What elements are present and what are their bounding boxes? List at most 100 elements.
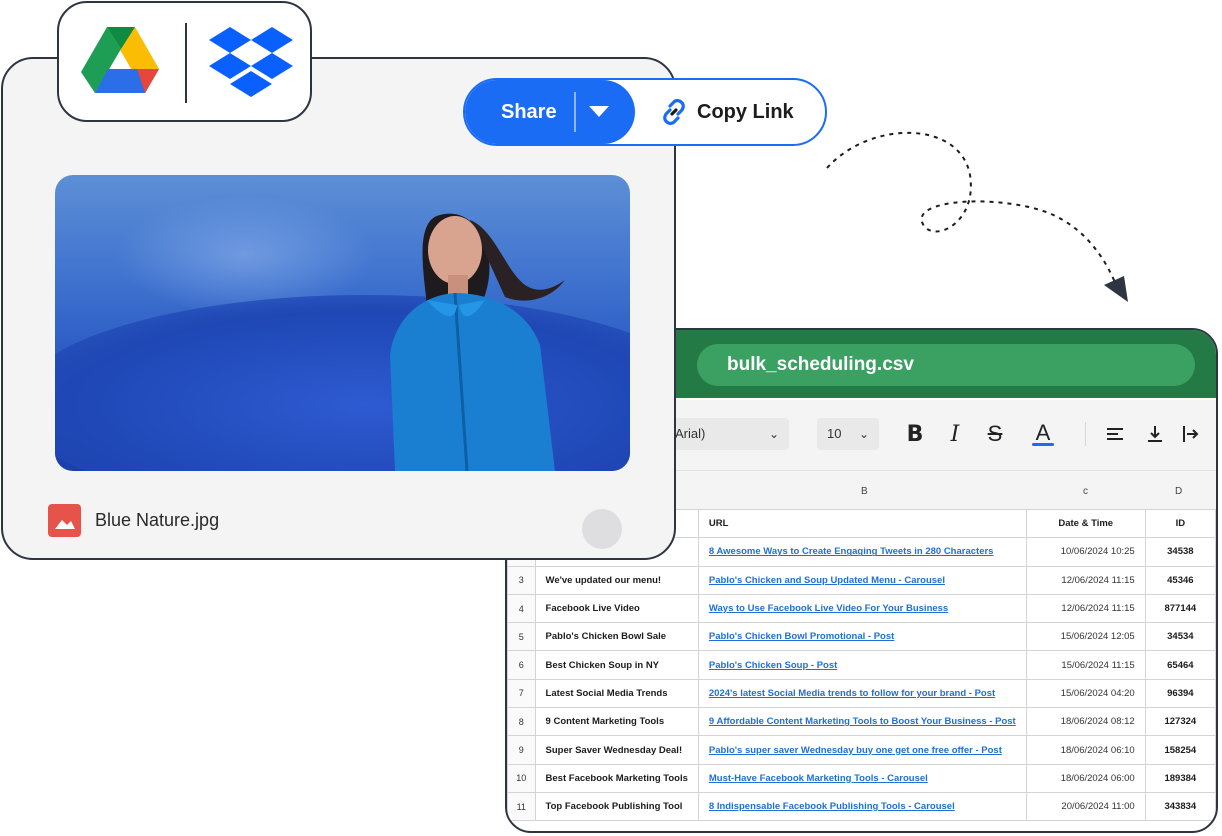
file-name[interactable]: Blue Nature.jpg bbox=[95, 510, 219, 531]
title-cell[interactable]: Best Facebook Marketing Tools bbox=[534, 763, 699, 793]
id-cell[interactable]: 45346 bbox=[1144, 565, 1216, 595]
id-cell[interactable]: 877144 bbox=[1144, 593, 1216, 624]
row-number: 11 bbox=[507, 791, 536, 822]
date-cell[interactable]: 10/06/2024 10:25 bbox=[1025, 537, 1146, 567]
url-cell[interactable]: Pablo's super saver Wednesday buy one ge… bbox=[697, 735, 1027, 765]
url-cell[interactable]: Ways to Use Facebook Live Video For Your… bbox=[697, 593, 1027, 624]
id-cell[interactable]: 34538 bbox=[1144, 537, 1216, 567]
date-cell[interactable]: 20/06/2024 11:00 bbox=[1025, 791, 1146, 822]
url-cell[interactable]: Pablo's Chicken Soup - Post bbox=[697, 650, 1027, 680]
date-cell[interactable]: 12/06/2024 11:15 bbox=[1025, 593, 1146, 624]
title-cell[interactable]: Top Facebook Publishing Tool bbox=[534, 791, 699, 822]
id-cell[interactable]: 343834 bbox=[1144, 791, 1216, 822]
id-cell[interactable]: 65464 bbox=[1144, 650, 1216, 680]
id-cell[interactable]: 189384 bbox=[1144, 763, 1216, 793]
copy-link-label: Copy Link bbox=[697, 100, 794, 123]
text-wrap-icon[interactable] bbox=[1177, 420, 1205, 448]
table-row: 8 9 Content Marketing Tools 9 Affordable… bbox=[507, 707, 1216, 737]
url-link[interactable]: 8 Awesome Ways to Create Engaging Tweets… bbox=[709, 546, 994, 557]
url-column-header[interactable]: URL bbox=[697, 508, 1027, 539]
url-cell[interactable]: Must-Have Facebook Marketing Tools - Car… bbox=[697, 763, 1027, 793]
url-cell[interactable]: Pablo's Chicken and Soup Updated Menu - … bbox=[697, 565, 1027, 595]
title-cell[interactable]: 9 Content Marketing Tools bbox=[534, 707, 699, 737]
row-number: 7 bbox=[507, 678, 536, 709]
row-number: 3 bbox=[507, 565, 536, 595]
image-file-icon bbox=[48, 503, 81, 537]
chevron-down-icon: ⌄ bbox=[768, 427, 779, 441]
url-link[interactable]: Pablo's Chicken Soup - Post bbox=[709, 660, 837, 671]
font-family-select[interactable]: Arial) ⌄ bbox=[657, 418, 789, 450]
url-cell[interactable]: 8 Awesome Ways to Create Engaging Tweets… bbox=[697, 537, 1027, 567]
title-cell[interactable]: We've updated our menu! bbox=[534, 565, 699, 595]
vertical-align-bottom-icon[interactable] bbox=[1141, 420, 1169, 448]
row-number: 9 bbox=[507, 735, 536, 765]
row-number: 4 bbox=[507, 593, 536, 624]
table-row: 11 Top Facebook Publishing Tool 8 Indisp… bbox=[507, 791, 1216, 822]
url-link[interactable]: Must-Have Facebook Marketing Tools - Car… bbox=[709, 773, 928, 784]
caret-down-icon[interactable] bbox=[589, 106, 609, 117]
date-column-header[interactable]: Date & Time bbox=[1025, 508, 1146, 539]
title-cell[interactable]: Latest Social Media Trends bbox=[534, 678, 699, 709]
date-cell[interactable]: 18/06/2024 06:10 bbox=[1025, 735, 1146, 765]
cloud-storage-logos bbox=[57, 1, 312, 122]
url-link[interactable]: 8 Indispensable Facebook Publishing Tool… bbox=[709, 801, 955, 812]
google-drive-icon[interactable] bbox=[81, 25, 161, 95]
title-cell[interactable]: Best Chicken Soup in NY bbox=[534, 650, 699, 680]
person-figure bbox=[390, 213, 565, 471]
table-row: 9 Super Saver Wednesday Deal! Pablo's su… bbox=[507, 735, 1216, 765]
url-link[interactable]: Ways to Use Facebook Live Video For Your… bbox=[709, 603, 948, 614]
align-left-icon[interactable] bbox=[1101, 420, 1129, 448]
title-cell[interactable]: Pablo's Chicken Bowl Sale bbox=[534, 622, 699, 652]
share-divider bbox=[574, 92, 576, 132]
url-link[interactable]: Pablo's Chicken and Soup Updated Menu - … bbox=[709, 575, 945, 586]
id-cell[interactable]: 34534 bbox=[1144, 622, 1216, 652]
table-row: 5 Pablo's Chicken Bowl Sale Pablo's Chic… bbox=[507, 622, 1216, 652]
share-control: Share Copy Link bbox=[463, 78, 827, 146]
column-letter-d[interactable]: D bbox=[1175, 486, 1182, 497]
chevron-down-icon: ⌄ bbox=[858, 427, 869, 441]
photo-preview[interactable] bbox=[55, 175, 630, 471]
title-cell[interactable]: Facebook Live Video bbox=[534, 593, 699, 624]
copy-link-button[interactable]: Copy Link bbox=[659, 80, 794, 144]
italic-icon[interactable]: I bbox=[941, 420, 969, 448]
url-link[interactable]: 2024's latest Social Media trends to fol… bbox=[709, 688, 995, 699]
id-column-header[interactable]: ID bbox=[1144, 508, 1216, 539]
table-row: 7 Latest Social Media Trends 2024's late… bbox=[507, 678, 1216, 709]
url-cell[interactable]: 9 Affordable Content Marketing Tools to … bbox=[697, 707, 1027, 737]
sheet-filename[interactable]: bulk_scheduling.csv bbox=[697, 344, 1195, 386]
date-cell[interactable]: 15/06/2024 11:15 bbox=[1025, 650, 1146, 680]
dropbox-icon[interactable] bbox=[209, 27, 295, 99]
table-row: 10 Best Facebook Marketing Tools Must-Ha… bbox=[507, 763, 1216, 793]
url-link[interactable]: Pablo's Chicken Bowl Promotional - Post bbox=[709, 631, 894, 642]
date-cell[interactable]: 18/06/2024 06:00 bbox=[1025, 763, 1146, 793]
date-cell[interactable]: 15/06/2024 04:20 bbox=[1025, 678, 1146, 709]
id-cell[interactable]: 158254 bbox=[1144, 735, 1216, 765]
column-letter-b[interactable]: B bbox=[861, 486, 868, 497]
id-cell[interactable]: 96394 bbox=[1144, 678, 1216, 709]
title-cell[interactable]: Super Saver Wednesday Deal! bbox=[534, 735, 699, 765]
url-link[interactable]: Pablo's super saver Wednesday buy one ge… bbox=[709, 745, 1002, 756]
url-cell[interactable]: Pablo's Chicken Bowl Promotional - Post bbox=[697, 622, 1027, 652]
bold-icon[interactable]: B bbox=[901, 420, 929, 448]
file-info-row: Blue Nature.jpg bbox=[48, 502, 219, 538]
share-button[interactable]: Share bbox=[465, 80, 635, 144]
date-cell[interactable]: 18/06/2024 08:12 bbox=[1025, 707, 1146, 737]
column-letter-c[interactable]: c bbox=[1083, 486, 1088, 497]
url-cell[interactable]: 8 Indispensable Facebook Publishing Tool… bbox=[697, 791, 1027, 822]
table-row: 4 Facebook Live Video Ways to Use Facebo… bbox=[507, 593, 1216, 624]
table-row: 6 Best Chicken Soup in NY Pablo's Chicke… bbox=[507, 650, 1216, 680]
font-family-value: Arial) bbox=[675, 426, 706, 441]
text-color-icon[interactable]: A bbox=[1029, 420, 1057, 448]
logo-divider bbox=[185, 23, 187, 103]
table-row: 3 We've updated our menu! Pablo's Chicke… bbox=[507, 565, 1216, 595]
date-cell[interactable]: 12/06/2024 11:15 bbox=[1025, 565, 1146, 595]
font-size-select[interactable]: 10 ⌄ bbox=[817, 418, 879, 450]
row-number: 6 bbox=[507, 650, 536, 680]
select-file-radio[interactable] bbox=[582, 509, 622, 549]
url-cell[interactable]: 2024's latest Social Media trends to fol… bbox=[697, 678, 1027, 709]
id-cell[interactable]: 127324 bbox=[1144, 707, 1216, 737]
date-cell[interactable]: 15/06/2024 12:05 bbox=[1025, 622, 1146, 652]
url-link[interactable]: 9 Affordable Content Marketing Tools to … bbox=[709, 716, 1016, 727]
strikethrough-icon[interactable]: S bbox=[981, 420, 1009, 448]
share-label: Share bbox=[501, 101, 557, 123]
